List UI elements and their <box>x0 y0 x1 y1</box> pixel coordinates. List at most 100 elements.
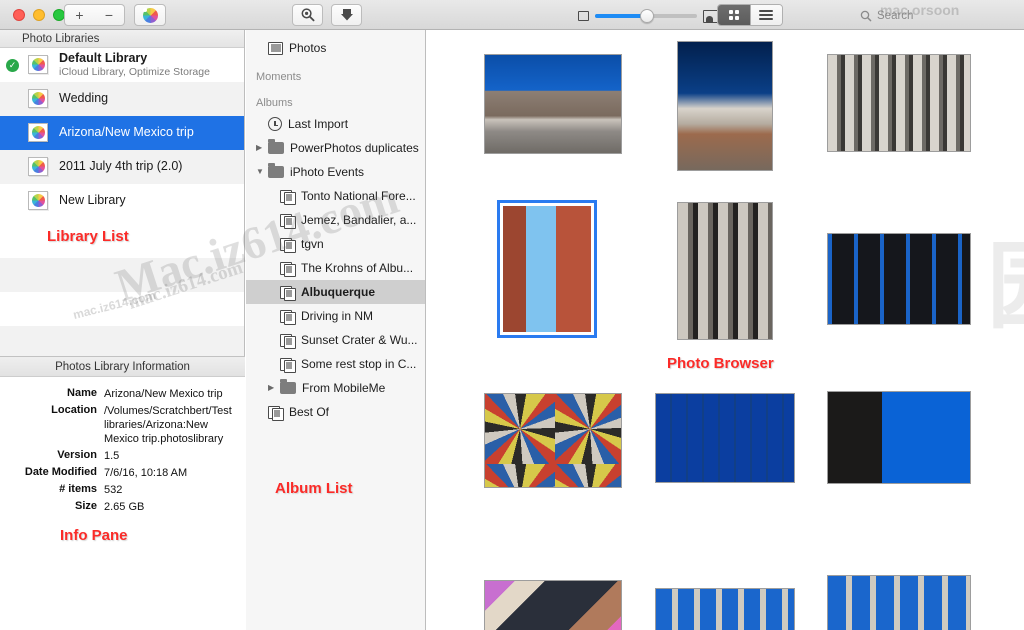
photos-app-icon-button[interactable] <box>134 4 166 26</box>
library-row-title: Arizona/New Mexico trip <box>59 125 194 139</box>
view-mode-segmented-control[interactable] <box>717 4 783 26</box>
narrow-alley-red-buildings <box>503 206 591 332</box>
library-list[interactable]: ✓ Default Library iCloud Library, Optimize… <box>0 48 244 218</box>
info-row-value: 532 <box>104 484 123 496</box>
download-button[interactable] <box>331 4 362 26</box>
album-row[interactable]: Photos <box>246 36 425 60</box>
photo-thumbnail[interactable] <box>484 54 622 154</box>
photo-thumbnail[interactable] <box>484 393 622 488</box>
album-row[interactable]: tgvn <box>246 232 425 256</box>
close-button[interactable] <box>13 9 25 21</box>
chevron-down-icon[interactable]: ▼ <box>256 160 268 184</box>
album-icon <box>280 213 296 229</box>
photo-thumbnail[interactable] <box>655 588 795 630</box>
magnifier-icon <box>301 8 315 22</box>
info-pane: Photos Library Information Name Arizona/N… <box>0 356 245 630</box>
library-row-title: 2011 July 4th trip (2.0) <box>59 159 183 173</box>
info-row-label: Location <box>51 404 97 416</box>
album-icon <box>268 405 284 421</box>
album-row[interactable]: Best Of <box>246 400 425 424</box>
library-row[interactable]: Arizona/New Mexico trip <box>0 116 244 150</box>
album-row-label: PowerPhotos duplicates <box>290 141 419 155</box>
info-row: Size 2.65 GB <box>0 500 237 514</box>
chevron-right-icon[interactable]: ▶ <box>268 376 280 400</box>
album-row[interactable]: ▶ From MobileMe <box>246 376 425 400</box>
album-row[interactable]: ▶ PowerPhotos duplicates <box>246 136 425 160</box>
library-pane-header: Photo Libraries <box>0 30 244 48</box>
album-row-label: The Krohns of Albu... <box>301 261 414 275</box>
album-row-label: Some rest stop in C... <box>301 357 417 371</box>
photo-thumbnail[interactable] <box>827 391 971 484</box>
photo-thumbnail[interactable] <box>827 575 971 630</box>
window-toolbar: + − Search mac.orsoon <box>0 0 1024 30</box>
thumbnail-size-slider-group[interactable] <box>578 9 718 23</box>
add-library-button[interactable]: + <box>64 4 95 26</box>
album-row[interactable]: Jemez, Bandalier, a... <box>246 208 425 232</box>
photo-thumbnail[interactable] <box>655 393 795 483</box>
photo-thumbnail[interactable] <box>827 54 971 152</box>
photos-app-icon <box>142 7 158 23</box>
info-row-value: 1.5 <box>104 450 120 462</box>
magnifier-button[interactable] <box>292 4 323 26</box>
album-row-label: Albuquerque <box>301 285 375 299</box>
album-row[interactable]: Last Import <box>246 112 425 136</box>
album-icon <box>280 333 296 349</box>
storefront-windows-row-right <box>828 576 970 630</box>
album-row-label: Jemez, Bandalier, a... <box>301 213 417 227</box>
chevron-right-icon[interactable]: ▶ <box>256 136 268 160</box>
library-row-subtitle: iCloud Library, Optimize Storage <box>59 65 210 78</box>
photo-browser[interactable]: Photo Browser 园 <box>427 30 1024 630</box>
info-row-label: Date Modified <box>24 466 97 478</box>
list-view-icon <box>759 8 774 22</box>
search-field[interactable]: Search <box>860 6 1000 25</box>
photo-library-icon <box>28 88 50 109</box>
album-list-pane: Photos Moments Albums Last Import ▶ PowerPhot… <box>246 30 426 630</box>
library-row-title: New Library <box>59 193 126 207</box>
library-row-text: 2011 July 4th trip (2.0) <box>59 159 182 174</box>
library-row[interactable]: 2011 July 4th trip (2.0) <box>0 150 244 184</box>
album-row[interactable]: The Krohns of Albu... <box>246 256 425 280</box>
annotation-library-list: Library List <box>47 228 129 245</box>
library-row[interactable]: ✓ Default Library iCloud Library, Optimize… <box>0 48 244 82</box>
library-row-text: Wedding <box>59 91 108 106</box>
minimize-button[interactable] <box>33 9 45 21</box>
storefront-windows-row-left <box>656 589 794 630</box>
building-reflection-in-glass <box>656 394 794 482</box>
library-row[interactable]: Wedding <box>0 82 244 116</box>
slider-knob[interactable] <box>639 9 654 23</box>
library-row[interactable]: New Library <box>0 184 244 218</box>
photo-thumbnail[interactable] <box>497 200 597 338</box>
library-row-title: Default Library <box>59 50 148 65</box>
album-row[interactable]: Some rest stop in C... <box>246 352 425 376</box>
thumbnail-size-slider[interactable] <box>595 9 697 23</box>
annotation-photo-browser: Photo Browser <box>667 355 774 372</box>
info-row-value: 2.65 GB <box>104 501 145 513</box>
list-view-button[interactable] <box>749 5 782 25</box>
remove-library-button[interactable]: − <box>94 4 125 26</box>
album-row[interactable]: Tonto National Fore... <box>246 184 425 208</box>
info-row: # items 532 <box>0 483 237 497</box>
info-row: Name Arizona/New Mexico trip <box>0 387 237 401</box>
photo-thumbnail[interactable] <box>677 202 773 340</box>
photo-thumbnail[interactable] <box>827 233 971 325</box>
album-group-header: Moments <box>246 60 425 86</box>
stone-arcade-arches <box>828 55 970 151</box>
album-row[interactable]: Driving in NM <box>246 304 425 328</box>
photo-thumbnail[interactable] <box>677 41 773 171</box>
grid-view-button[interactable] <box>718 5 750 25</box>
album-row[interactable]: ▼ iPhoto Events <box>246 160 425 184</box>
grid-view-icon <box>728 10 739 20</box>
album-row[interactable]: Albuquerque <box>246 280 425 304</box>
library-empty-row <box>0 292 244 326</box>
library-row-text: Arizona/New Mexico trip <box>59 125 194 140</box>
album-row[interactable]: Sunset Crater & Wu... <box>246 328 425 352</box>
album-list[interactable]: Photos Moments Albums Last Import ▶ PowerPhot… <box>246 36 425 424</box>
info-pane-table: Name Arizona/New Mexico trip Location/Volu… <box>0 377 245 514</box>
fire-escape-blue-sky <box>828 392 970 483</box>
photo-library-icon <box>28 54 50 75</box>
download-arrow-icon <box>340 9 353 21</box>
album-row-label: iPhoto Events <box>290 165 365 179</box>
powerphotos-window: + − Search mac.orsoon Photo Libraries ✓ … <box>0 0 1024 630</box>
album-row-label: From MobileMe <box>302 381 386 395</box>
photo-thumbnail[interactable] <box>484 580 622 630</box>
